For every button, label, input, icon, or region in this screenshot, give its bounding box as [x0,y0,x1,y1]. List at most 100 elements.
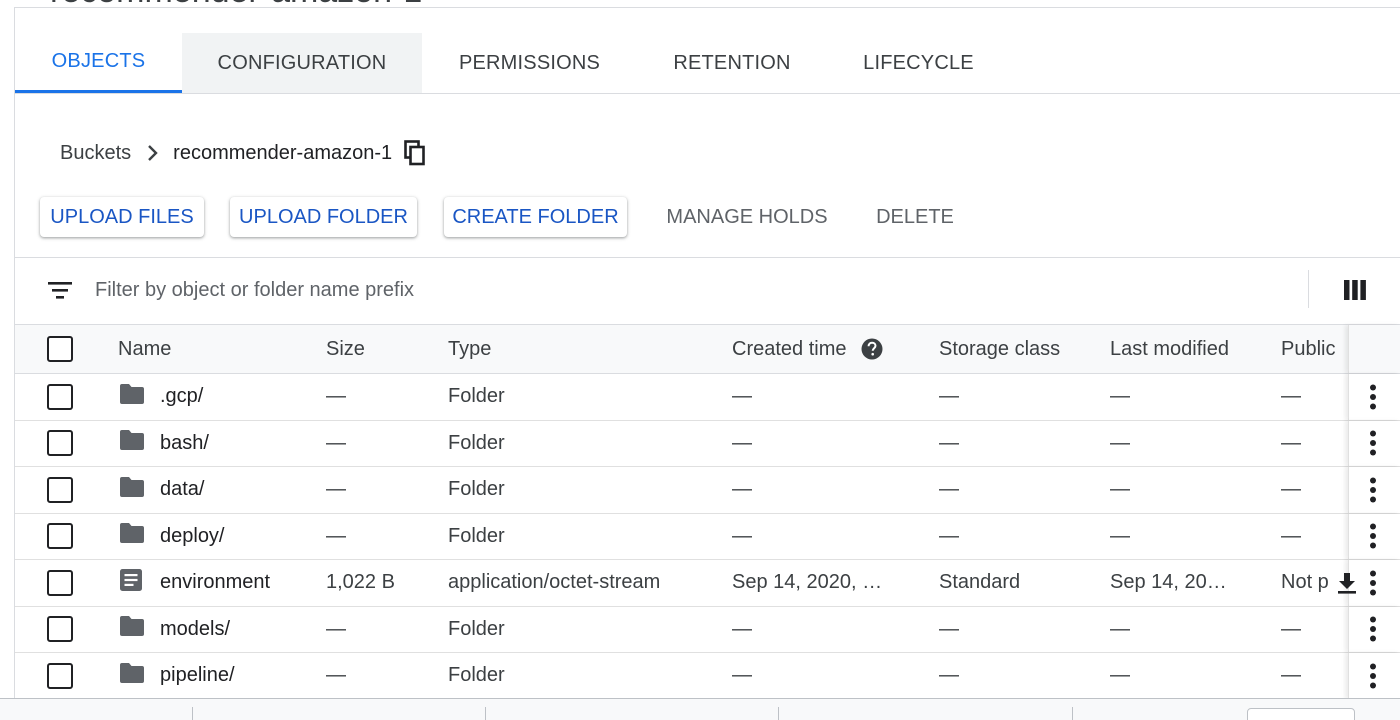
column-header-type[interactable]: Type [448,325,491,373]
object-last-modified: Sep 14, 20… [1110,571,1227,594]
filter-divider [1308,270,1309,308]
folder-icon [120,662,144,689]
object-last-modified: — [1110,664,1130,687]
object-created-time: — [732,385,752,408]
object-type: Folder [448,524,505,547]
object-name[interactable]: data/ [160,467,290,513]
filter-icon[interactable] [48,280,72,305]
tab-configuration[interactable]: CONFIGURATION [182,33,422,93]
row-checkbox[interactable] [47,383,73,410]
object-name[interactable]: .gcp/ [160,374,290,420]
folder-icon [120,616,144,642]
table-row[interactable]: environment 1,022 B application/octet-st… [15,560,1400,607]
more-vert-icon[interactable] [1369,560,1377,606]
column-header-storage-class[interactable]: Storage class [939,325,1060,373]
download-icon[interactable] [1336,560,1358,606]
object-name[interactable]: deploy/ [160,514,290,560]
object-storage-class: — [939,664,959,687]
help-icon[interactable] [861,338,883,360]
row-checkbox[interactable] [47,616,73,643]
chevron-right-icon [147,144,159,162]
row-checkbox[interactable] [47,476,73,503]
table-row[interactable]: data/ — Folder — — — — [15,467,1400,514]
object-name[interactable]: bash/ [160,421,290,467]
object-last-modified: — [1110,478,1130,501]
object-name[interactable]: environment [160,560,290,606]
object-type: Folder [448,478,505,501]
object-size: — [326,385,346,408]
table-row[interactable]: models/ — Folder — — — — [15,606,1400,653]
column-display-icon[interactable] [1344,280,1366,305]
tab-objects[interactable]: OBJECTS [15,33,182,93]
manage-holds-button[interactable]: MANAGE HOLDS [650,197,844,237]
tab-permissions[interactable]: PERMISSIONS [422,33,637,93]
object-name[interactable]: models/ [160,607,290,653]
row-checkbox[interactable] [47,569,73,596]
top-divider [14,7,1400,8]
table-row[interactable]: pipeline/ — Folder — — — — [15,653,1400,700]
table-row[interactable]: .gcp/ — Folder — — — — [15,374,1400,421]
object-size: 1,022 B [326,571,395,594]
object-type: application/octet-stream [448,571,661,594]
column-header-last-modified[interactable]: Last modified [1110,325,1229,373]
table-body: .gcp/ — Folder — — — — bash/ — Folder — … [15,374,1400,700]
bottom-button[interactable] [1247,708,1355,720]
upload-folder-button[interactable]: UPLOAD FOLDER [230,197,417,237]
row-checkbox[interactable] [47,430,73,457]
row-icon-cell [120,607,144,653]
tab-lifecycle[interactable]: LIFECYCLE [827,33,1010,93]
object-last-modified: — [1110,617,1130,640]
more-vert-icon[interactable] [1369,467,1377,513]
row-select-cell [47,421,73,467]
row-checkbox[interactable] [47,523,73,550]
filter-input[interactable] [95,274,1295,306]
more-vert-icon[interactable] [1369,421,1377,467]
column-header-public[interactable]: Public [1281,325,1348,373]
column-header-size[interactable]: Size [326,325,365,373]
tab-bar: OBJECTS CONFIGURATION PERMISSIONS RETENT… [15,33,1010,93]
bottom-divider [1072,707,1073,720]
breadcrumb-buckets-link[interactable]: Buckets [60,142,131,165]
table-header: Name Size Type Created time Storage clas… [15,324,1400,374]
row-checkbox[interactable] [47,662,73,689]
row-select-cell [47,653,73,699]
table-row[interactable]: deploy/ — Folder — — — — [15,513,1400,560]
column-header-created-label: Created time [732,337,847,360]
row-icon-cell [120,514,144,560]
create-folder-button[interactable]: CREATE FOLDER [444,197,627,237]
tab-retention[interactable]: RETENTION [637,33,827,93]
object-storage-class: Standard [939,571,1021,594]
breadcrumb: Buckets recommender-amazon-1 [60,138,426,168]
more-vert-icon[interactable] [1369,607,1377,653]
row-select-cell [47,467,73,513]
folder-icon [120,430,144,456]
filter-bar-divider [15,257,1400,258]
object-type: Folder [448,431,505,454]
object-created-time: — [732,524,752,547]
copy-icon[interactable] [404,140,426,166]
object-size: — [326,524,346,547]
delete-button[interactable]: DELETE [866,197,964,237]
object-created-time: — [732,664,752,687]
more-vert-icon[interactable] [1369,374,1377,420]
object-name[interactable]: pipeline/ [160,653,290,699]
column-header-created[interactable]: Created time [732,325,883,373]
object-type: Folder [448,385,505,408]
object-created-time: Sep 14, 2020, … [732,571,883,594]
object-size: — [326,431,346,454]
object-last-modified: — [1110,524,1130,547]
column-header-name[interactable]: Name [118,325,171,373]
table-row[interactable]: bash/ — Folder — — — — [15,420,1400,467]
bottom-toolbar [0,698,1400,720]
select-all-checkbox[interactable] [47,336,73,362]
more-vert-icon[interactable] [1369,514,1377,560]
object-size: — [326,478,346,501]
object-public-access: — [1281,478,1301,501]
objects-table: Name Size Type Created time Storage clas… [15,324,1400,700]
actions-column-header [1348,325,1400,373]
bottom-divider [192,707,193,720]
row-select-cell [47,560,73,606]
upload-files-button[interactable]: UPLOAD FILES [40,197,204,237]
more-vert-icon[interactable] [1369,653,1377,699]
object-size: — [326,617,346,640]
